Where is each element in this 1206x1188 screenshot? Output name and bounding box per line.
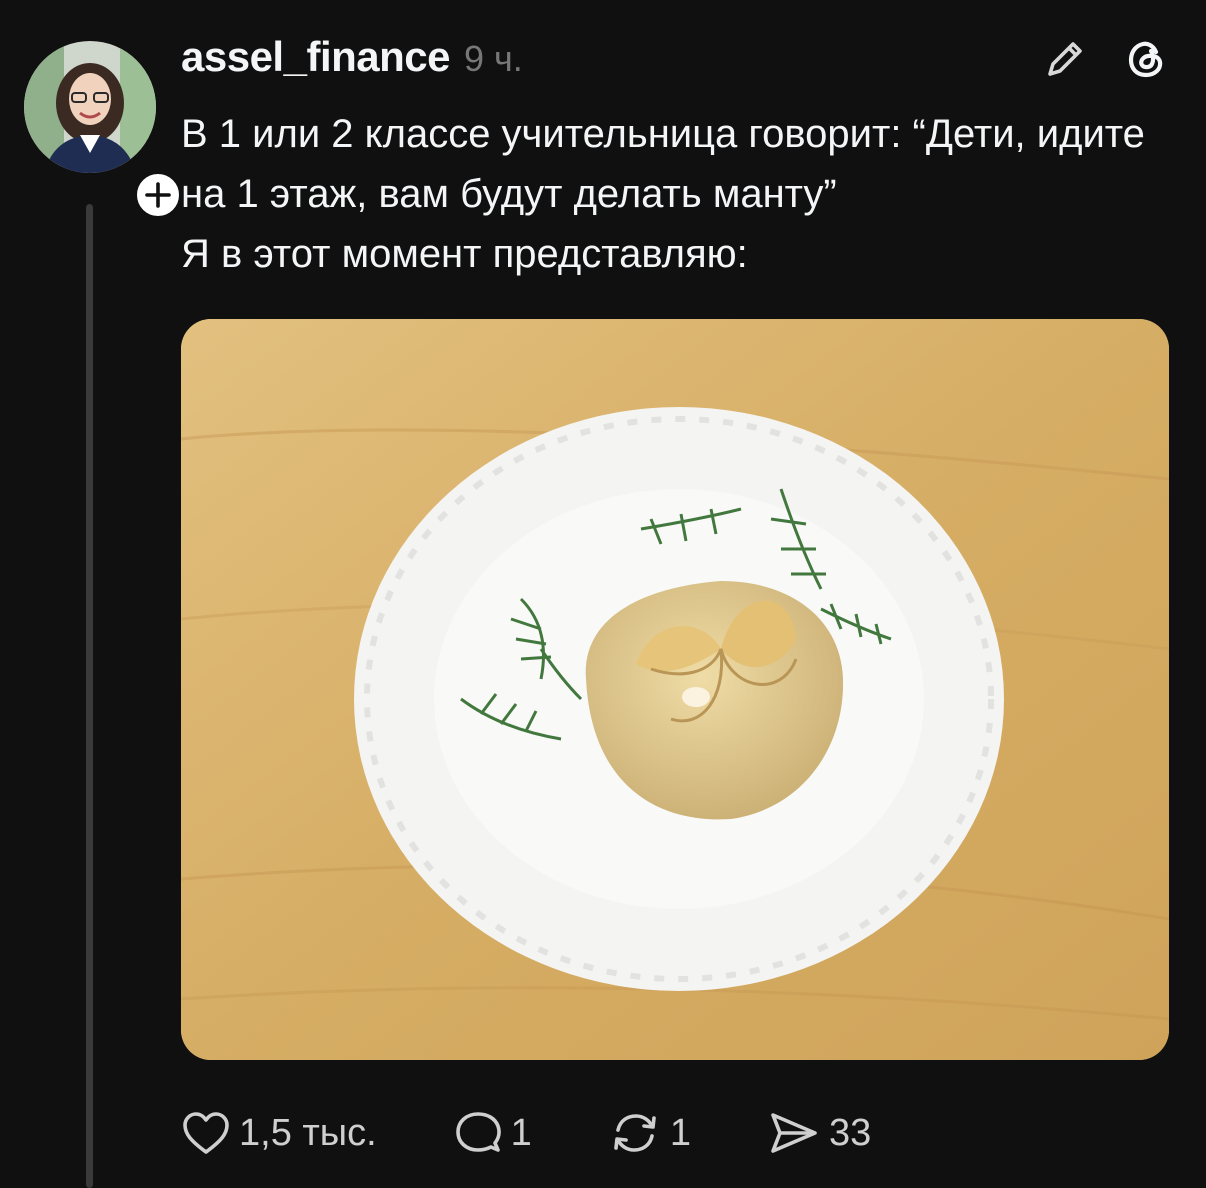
like-count: 1,5 тыс.	[239, 1111, 377, 1154]
heart-icon	[183, 1112, 229, 1154]
pencil-icon[interactable]	[1042, 36, 1088, 82]
comment-icon	[455, 1112, 501, 1152]
repost-icon	[614, 1114, 656, 1152]
repost-count: 1	[669, 1111, 691, 1154]
follow-button[interactable]	[132, 169, 184, 221]
username-link[interactable]: assel_finance	[181, 33, 451, 81]
post-text-line: В 1 или 2 классе учительница говорит: “Д…	[181, 112, 1145, 216]
threads-logo-icon[interactable]	[1124, 36, 1170, 82]
thread-line	[86, 204, 93, 1188]
comment-count: 1	[510, 1111, 532, 1154]
post-text-line: Я в этот момент представляю:	[181, 232, 748, 276]
send-icon	[771, 1113, 817, 1153]
post-actions: 1,5 тыс. 1 1 33	[181, 1106, 947, 1160]
post-header: assel_finance 9 ч.	[181, 33, 523, 83]
share-count: 33	[828, 1111, 872, 1154]
avatar-container[interactable]	[24, 41, 184, 221]
plus-icon	[145, 182, 171, 208]
post-text: В 1 или 2 классе учительница говорит: “Д…	[181, 104, 1181, 284]
comment-button[interactable]: 1	[453, 1110, 532, 1156]
header-actions	[1042, 36, 1170, 82]
repost-button[interactable]: 1	[608, 1110, 691, 1156]
post-time: 9 ч.	[464, 38, 523, 79]
manti-dumpling-photo	[181, 319, 1169, 1060]
post-image[interactable]	[181, 319, 1169, 1060]
like-button[interactable]: 1,5 тыс.	[181, 1110, 377, 1156]
share-button[interactable]: 33	[767, 1110, 871, 1156]
avatar[interactable]	[24, 41, 156, 173]
